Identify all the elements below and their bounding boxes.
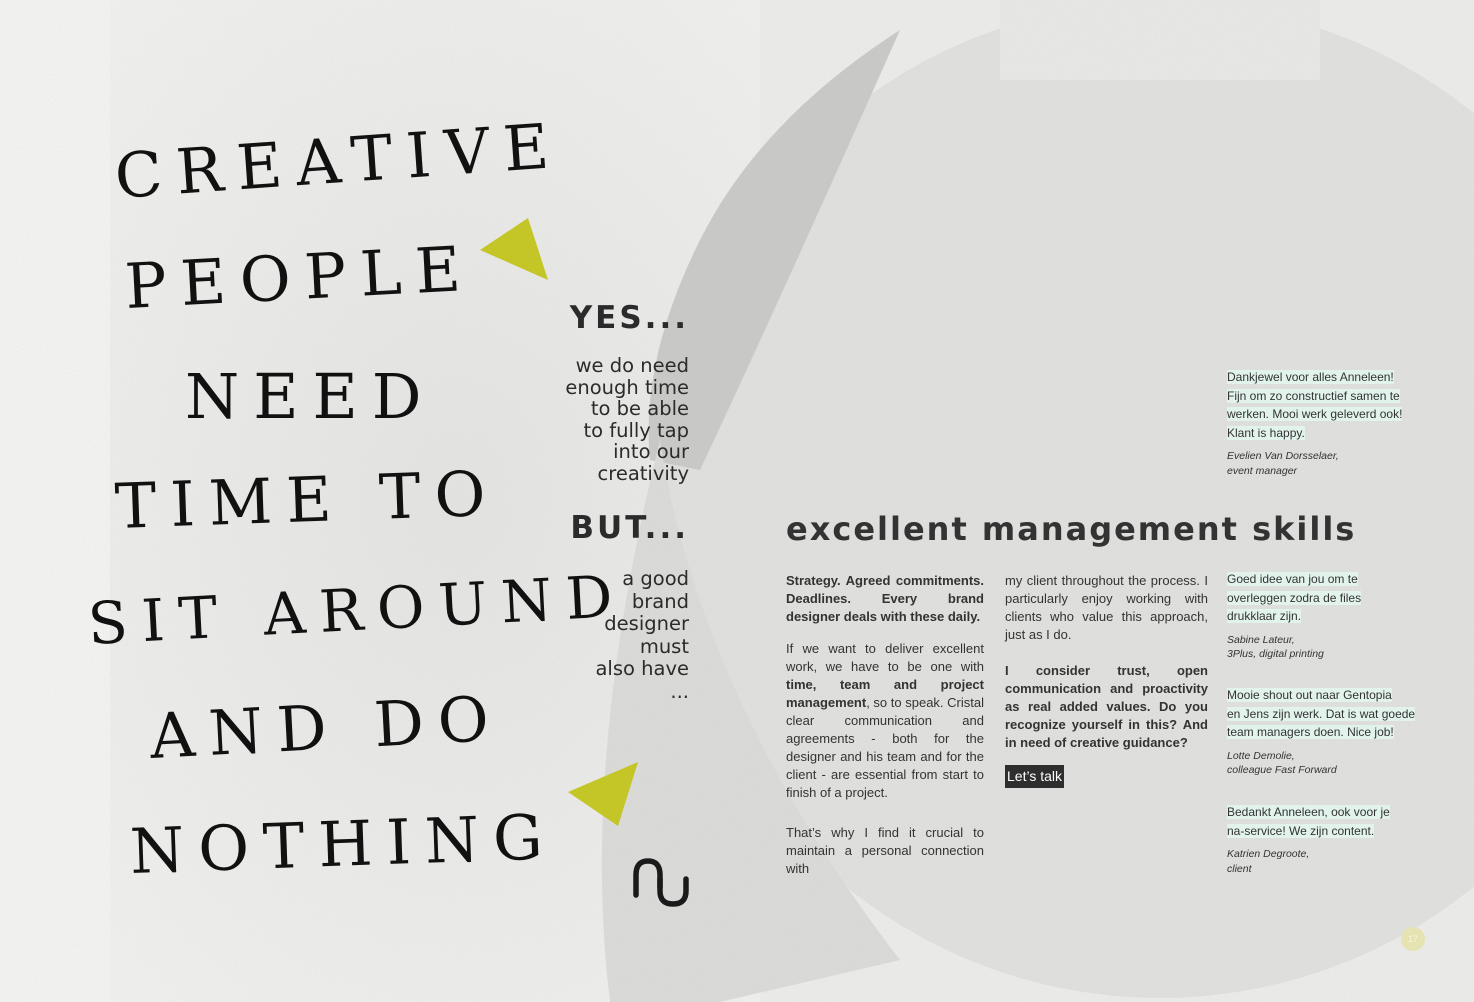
col1-intro: Strategy. Agreed commitments. Deadlines.… bbox=[786, 573, 984, 624]
but-line: must bbox=[639, 634, 689, 658]
body-column-1: Strategy. Agreed commitments. Deadlines.… bbox=[786, 572, 984, 892]
col1-text-end: , so to speak. Cristal clear communicati… bbox=[786, 695, 984, 800]
handwritten-line-4: TIME TO bbox=[113, 456, 501, 543]
quote-line: Mooie shout out naar Gentopia bbox=[1227, 688, 1392, 702]
author-role: event manager bbox=[1227, 464, 1298, 477]
handwritten-line-7: NOTHING bbox=[128, 800, 558, 888]
but-line: ... bbox=[670, 679, 689, 703]
testimonial-author: Lotte Demolie, colleague Fast Forward bbox=[1227, 749, 1415, 778]
testimonial-2: Goed idee van jou om te overleggen zodra… bbox=[1227, 570, 1362, 662]
lets-talk-button[interactable]: Let’s talk bbox=[1005, 765, 1064, 788]
but-line: brand bbox=[631, 589, 689, 613]
quote-line: na-service! We zijn content. bbox=[1227, 823, 1375, 838]
author-name: Evelien Van Dorsselaer, bbox=[1227, 450, 1339, 462]
testimonial-text: Dankjewel voor alles Anneleen! Fijn om z… bbox=[1227, 368, 1403, 442]
col2-question: I consider trust, open communication and… bbox=[1005, 663, 1208, 750]
accent-triangle-bottom bbox=[568, 762, 638, 826]
yes-line: to be able bbox=[590, 397, 689, 420]
quote-line: Dankjewel voor alles Anneleen! bbox=[1227, 370, 1394, 384]
yes-line: into our bbox=[613, 440, 689, 463]
body-column-2: my client throughout the process. I part… bbox=[1005, 572, 1208, 766]
quote-line: Bedankt Anneleen, ook voor je bbox=[1227, 805, 1390, 819]
page-number: 17 bbox=[1401, 927, 1425, 951]
quote-line: Klant is happy. bbox=[1227, 425, 1305, 440]
testimonial-author: Evelien Van Dorsselaer, event manager bbox=[1227, 449, 1402, 478]
au-logo bbox=[633, 858, 689, 907]
section-heading: excellent management skills bbox=[786, 510, 1357, 548]
author-role: client bbox=[1227, 862, 1252, 875]
col1-text: If we want to deliver excellent work, we… bbox=[786, 641, 984, 674]
accent-triangle-top bbox=[480, 218, 548, 280]
handwritten-line-3: NEED bbox=[185, 360, 436, 433]
yes-heading: YES... bbox=[569, 300, 689, 336]
author-role: colleague Fast Forward bbox=[1227, 764, 1337, 776]
quote-line: Fijn om zo constructief samen te bbox=[1227, 388, 1400, 403]
quote-line: werken. Mooi werk geleverd ook! bbox=[1227, 407, 1403, 421]
testimonial-author: Katrien Degroote, client bbox=[1227, 847, 1390, 876]
but-heading: BUT... bbox=[570, 510, 689, 546]
testimonial-3: Mooie shout out naar Gentopia en Jens zi… bbox=[1227, 686, 1416, 778]
quote-line: Goed idee van jou om te bbox=[1227, 572, 1358, 586]
col2-paragraph: my client throughout the process. I part… bbox=[1005, 573, 1208, 642]
author-name: Sabine Lateur, bbox=[1227, 633, 1295, 646]
yes-line: we do need bbox=[575, 354, 689, 377]
yes-line: to fully tap bbox=[583, 418, 689, 442]
but-line: designer bbox=[604, 612, 689, 635]
testimonial-author: Sabine Lateur, 3Plus, digital printing bbox=[1227, 633, 1361, 662]
but-line: also have bbox=[595, 657, 689, 680]
quote-line: overleggen zodra de files bbox=[1227, 590, 1362, 605]
testimonial-4: Bedankt Anneleen, ook voor je na-service… bbox=[1227, 803, 1390, 876]
col1-paragraph: If we want to deliver excellent work, we… bbox=[786, 640, 984, 802]
quote-line: drukklaar zijn. bbox=[1227, 609, 1302, 623]
yes-line: enough time bbox=[565, 375, 689, 399]
testimonial-1: Dankjewel voor alles Anneleen! Fijn om z… bbox=[1227, 368, 1403, 478]
yes-body: we do need enough time to be able to ful… bbox=[565, 355, 689, 484]
col1-closing: That’s why I find it crucial to maintain… bbox=[786, 825, 984, 876]
quote-line: en Jens zijn werk. Dat is wat goede bbox=[1227, 706, 1416, 721]
author-name: Katrien Degroote, bbox=[1227, 848, 1310, 860]
testimonial-text: Bedankt Anneleen, ook voor je na-service… bbox=[1227, 803, 1390, 840]
quote-line: team managers doen. Nice job! bbox=[1227, 725, 1394, 739]
but-body: a good brand designer must also have ... bbox=[595, 567, 689, 703]
author-role: 3Plus, digital printing bbox=[1227, 648, 1324, 660]
testimonial-text: Mooie shout out naar Gentopia en Jens zi… bbox=[1227, 686, 1416, 742]
author-name: Lotte Demolie, bbox=[1227, 749, 1295, 762]
but-line: a good bbox=[622, 567, 689, 590]
yes-line: creativity bbox=[597, 461, 689, 485]
testimonial-text: Goed idee van jou om te overleggen zodra… bbox=[1227, 570, 1362, 626]
